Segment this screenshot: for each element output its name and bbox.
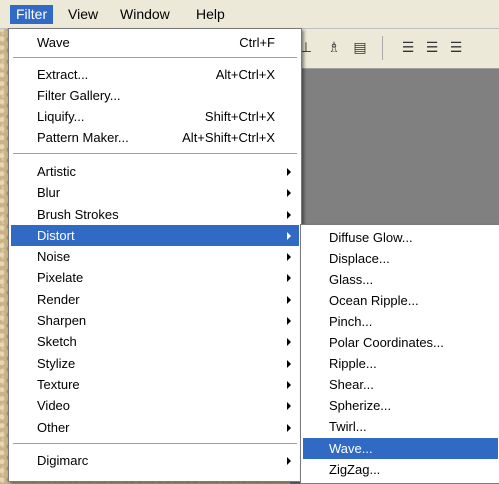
menu-item-label: Other [37,420,70,435]
submenu-item-ocean-ripple[interactable]: Ocean Ripple... [303,290,498,311]
menu-item-brush-strokes[interactable]: Brush Strokes [11,204,299,225]
menu-item-label: Brush Strokes [37,207,119,222]
menu-item-label: Wave [37,35,70,50]
menu-separator [13,443,297,445]
menu-item-label: Noise [37,249,71,264]
submenu-arrow-icon [287,402,291,410]
menu-filter[interactable]: Filter [10,5,54,24]
menu-bar: Filter View Window Help [0,0,499,29]
menu-item-stylize[interactable]: Stylize [11,353,299,374]
menu-item-sketch[interactable]: Sketch [11,331,299,352]
toolbar-separator [382,36,383,60]
align-left-icon[interactable]: ☰ [400,40,416,56]
menu-item-shortcut: Alt+Ctrl+X [215,67,275,82]
menu-item-noise[interactable]: Noise [11,246,299,267]
menu-item-label: Video [37,398,71,413]
distort-submenu: Diffuse Glow... Displace... Glass... Oce… [300,224,499,484]
submenu-arrow-icon [287,424,291,432]
options-toolbar: ⊥ ♗ ▤ ☰ ☰ ☰ [290,28,499,69]
menu-item-distort[interactable]: Distort [11,225,299,246]
submenu-item-diffuse-glow[interactable]: Diffuse Glow... [303,227,498,248]
submenu-arrow-icon [287,381,291,389]
submenu-arrow-icon [287,317,291,325]
menu-item-sharpen[interactable]: Sharpen [11,310,299,331]
align-middle-icon[interactable]: ☰ [424,40,440,56]
menu-view[interactable]: View [62,5,104,24]
submenu-arrow-icon [287,274,291,282]
menu-item-label: Pixelate [37,270,84,285]
filter-menu: Wave Ctrl+F Extract... Alt+Ctrl+X Filter… [8,28,302,482]
menu-item-pixelate[interactable]: Pixelate [11,267,299,288]
menu-item-label: Texture [37,377,80,392]
menu-item-label: Render [37,292,80,307]
distribute-icon[interactable]: ♗ [326,40,342,56]
submenu-item-glass[interactable]: Glass... [303,269,498,290]
menu-item-video[interactable]: Video [11,395,299,416]
menu-window[interactable]: Window [114,5,176,24]
menu-item-label: Pattern Maker... [37,130,129,145]
menu-item-shortcut: Ctrl+F [239,35,275,50]
menu-item-texture[interactable]: Texture [11,374,299,395]
menu-item-label: Digimarc [37,453,89,468]
menu-item-label: Sketch [37,334,77,349]
menu-item-other[interactable]: Other [11,417,299,438]
menu-item-label: Liquify... [37,109,85,124]
submenu-arrow-icon [287,211,291,219]
menu-item-render[interactable]: Render [11,289,299,310]
submenu-arrow-icon [287,189,291,197]
submenu-item-pinch[interactable]: Pinch... [303,311,498,332]
menu-item-filter-gallery[interactable]: Filter Gallery... [11,85,299,106]
menu-item-digimarc[interactable]: Digimarc [11,450,299,471]
submenu-arrow-icon [287,168,291,176]
menu-item-label: Sharpen [37,313,87,328]
menu-item-artistic[interactable]: Artistic [11,161,299,182]
submenu-item-ripple[interactable]: Ripple... [303,353,498,374]
menu-item-label: Artistic [37,164,76,179]
submenu-item-spherize[interactable]: Spherize... [303,395,498,416]
align-center-icon[interactable]: ▤ [352,40,368,56]
submenu-item-polar-coordinates[interactable]: Polar Coordinates... [303,332,498,353]
menu-item-blur[interactable]: Blur [11,182,299,203]
menu-item-label: Blur [37,185,61,200]
menu-separator [13,57,297,59]
submenu-item-twirl[interactable]: Twirl... [303,416,498,437]
menu-item-last-filter[interactable]: Wave Ctrl+F [11,32,299,53]
submenu-item-displace[interactable]: Displace... [303,248,498,269]
align-right-icon[interactable]: ☰ [448,40,464,56]
menu-separator [13,153,297,155]
submenu-arrow-icon [287,338,291,346]
menu-help[interactable]: Help [190,5,231,24]
submenu-arrow-icon [287,232,291,240]
menu-item-label: Distort [37,228,75,243]
menu-item-label: Filter Gallery... [37,88,121,103]
submenu-arrow-icon [287,296,291,304]
submenu-arrow-icon [287,360,291,368]
menu-item-shortcut: Shift+Ctrl+X [204,109,275,124]
menu-item-shortcut: Alt+Shift+Ctrl+X [182,130,275,145]
menu-item-extract[interactable]: Extract... Alt+Ctrl+X [11,64,299,85]
submenu-arrow-icon [287,253,291,261]
submenu-item-shear[interactable]: Shear... [303,374,498,395]
submenu-item-wave[interactable]: Wave... [303,438,498,459]
submenu-item-zigzag[interactable]: ZigZag... [303,459,498,480]
menu-item-label: Extract... [37,67,89,82]
menu-item-pattern-maker[interactable]: Pattern Maker... Alt+Shift+Ctrl+X [11,127,299,148]
menu-item-label: Stylize [37,356,76,371]
menu-item-liquify[interactable]: Liquify... Shift+Ctrl+X [11,106,299,127]
submenu-arrow-icon [287,457,291,465]
